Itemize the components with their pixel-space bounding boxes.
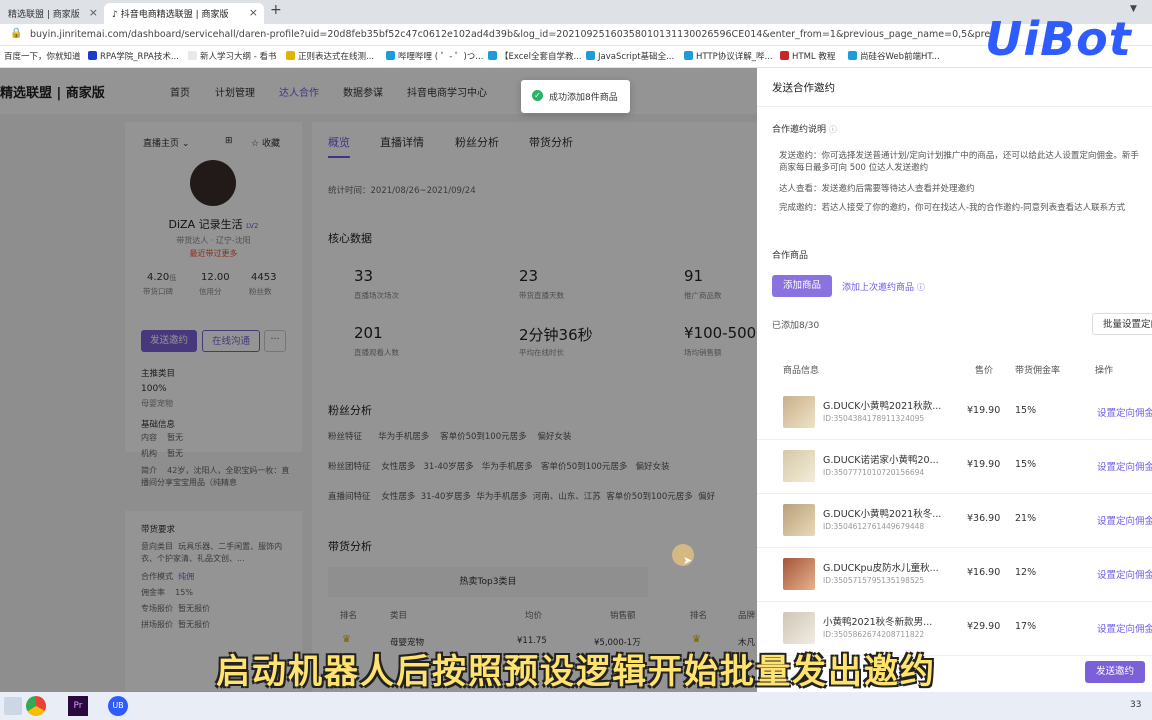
product-name: G.DUCK诺诺家小黄鸭20... [823, 455, 939, 466]
product-thumbnail [783, 396, 815, 428]
bookmark-favicon [286, 51, 295, 60]
tab-title: 精选联盟 | 商家版 [8, 10, 80, 20]
add-goods-button[interactable]: 添加商品 [772, 275, 832, 297]
set-commission-link[interactable]: 设置定向佣金 [1097, 567, 1152, 581]
product-thumbnail [783, 612, 815, 644]
divider [757, 106, 1152, 107]
browser-tab-bar: 精选联盟 | 商家版 × ♪ 抖音电商精选联盟 | 商家版 × + ▼ [0, 0, 1152, 24]
tiktok-icon: ♪ [112, 10, 118, 20]
goods-row: G.DUCK诺诺家小黄鸭20... ID:3507771010720156694… [757, 440, 1152, 494]
premiere-icon[interactable]: Pr [68, 696, 88, 716]
set-commission-link[interactable]: 设置定向佣金 [1097, 621, 1152, 635]
product-price: ¥19.90 [967, 459, 1001, 470]
bookmarks-bar: 百度一下，你就知道 RPA学院_RPA技术... 新人学习大纲 - 看书 正则表… [0, 46, 1152, 68]
bookmark[interactable]: 【Excel全套自学教... [488, 50, 582, 62]
bookmark[interactable]: 哔哩哔哩 ( ゜- ゜)つ... [386, 50, 483, 62]
page-content: 精选联盟 | 商家版 首页 计划管理 达人合作 数据参谋 抖音电商学习中心 直播… [0, 68, 757, 692]
product-name: G.DUCKpu皮防水儿童秋... [823, 563, 939, 574]
tab-title: 抖音电商精选联盟 | 商家版 [120, 10, 229, 20]
clock: 33 [1130, 700, 1142, 710]
success-toast: ✓ 成功添加8件商品 [521, 80, 630, 113]
commission-rate: 17% [1015, 621, 1037, 632]
new-tab-button[interactable]: + [270, 2, 282, 18]
browser-tab-active[interactable]: ♪ 抖音电商精选联盟 | 商家版 × [104, 3, 264, 24]
goods-table-header: 商品信息 售价 带货佣金率 操作 [783, 366, 1114, 376]
product-id: ID:3504384178911324095 [823, 414, 925, 423]
video-subtitle: 启动机器人后按照预设逻辑开始批量发出邀约 [216, 652, 936, 692]
product-thumbnail [783, 450, 815, 482]
toast-text: 成功添加8件商品 [549, 93, 618, 103]
bookmark-favicon [386, 51, 395, 60]
browser-tab[interactable]: 精选联盟 | 商家版 × [0, 3, 104, 24]
bookmark-favicon [684, 51, 693, 60]
product-name: G.DUCK小黄鸭2021秋款... [823, 401, 942, 412]
product-thumbnail [783, 558, 815, 590]
bookmark-favicon [780, 51, 789, 60]
add-last-goods-link[interactable]: 添加上次邀约商品 ⓘ [842, 280, 925, 293]
close-tab-icon[interactable]: × [249, 6, 258, 19]
product-price: ¥36.90 [967, 513, 1001, 524]
product-id: ID:3505862674208711822 [823, 630, 925, 639]
product-id: ID:3505715795135198525 [823, 576, 925, 585]
product-thumbnail [783, 504, 815, 536]
product-price: ¥29.90 [967, 621, 1001, 632]
help-icon: ⓘ [828, 125, 837, 134]
desc-item: 发送邀约：你可选择发送普通计划/定向计划推广中的商品，还可以给此达人设置定向佣金… [779, 151, 1139, 173]
set-commission-link[interactable]: 设置定向佣金 [1097, 513, 1152, 527]
commission-rate: 15% [1015, 405, 1037, 416]
bookmark[interactable]: HTTP协议详解_哔... [684, 50, 773, 62]
commission-rate: 15% [1015, 459, 1037, 470]
bookmark[interactable]: 百度一下，你就知道 [4, 50, 81, 62]
commission-rate: 12% [1015, 567, 1037, 578]
desc-item: 完成邀约：若达人接受了你的邀约，你可在找达人-我的合作邀约-同意列表查看达人联系… [779, 203, 1126, 213]
batch-commission-button[interactable]: 批量设置定向佣金 [1092, 313, 1152, 335]
goods-row: G.DUCKpu皮防水儿童秋... ID:3505715795135198525… [757, 548, 1152, 602]
goods-row: G.DUCK小黄鸭2021秋款... ID:350438417891132409… [757, 386, 1152, 440]
bookmark-favicon [488, 51, 497, 60]
check-circle-icon: ✓ [532, 90, 543, 101]
address-bar: 🔒 buyin.jinritemai.com/dashboard/service… [0, 24, 1152, 46]
lock-icon: 🔒 [10, 28, 23, 39]
bookmark-favicon [848, 51, 857, 60]
uibot-logo: UiBot [985, 12, 1132, 66]
uibot-taskbar-icon[interactable]: UB [108, 696, 128, 716]
desc-item: 达人查看：发送邀约后需要等待达人查看并处理邀约 [779, 184, 975, 194]
bookmark[interactable]: JavaScript基础全... [586, 50, 674, 62]
start-icon[interactable] [4, 697, 22, 715]
modal-backdrop[interactable] [0, 68, 757, 692]
bookmark[interactable]: HTML 教程 [780, 50, 835, 62]
bookmark[interactable]: 新人学习大纲 - 看书 [188, 50, 276, 62]
bookmark[interactable]: 尚硅谷Web前端HT... [848, 50, 940, 62]
bookmark[interactable]: 正则表达式在线测... [286, 50, 374, 62]
product-price: ¥16.90 [967, 567, 1001, 578]
set-commission-link[interactable]: 设置定向佣金 [1097, 459, 1152, 473]
commission-rate: 21% [1015, 513, 1037, 524]
drawer-title: 发送合作邀约 [772, 82, 835, 94]
product-name: 小黄鸭2021秋冬新款男... [823, 617, 933, 628]
goods-row: G.DUCK小黄鸭2021秋冬... ID:350461276144967944… [757, 494, 1152, 548]
bookmark-favicon [586, 51, 595, 60]
desc-title: 合作邀约说明 ⓘ [772, 125, 837, 135]
chrome-icon[interactable] [26, 696, 46, 716]
os-taskbar: Pr UB 33 [0, 692, 1152, 720]
bookmark-favicon [88, 51, 97, 60]
product-price: ¥19.90 [967, 405, 1001, 416]
goods-title: 合作商品 [772, 251, 809, 261]
product-id: ID:3507771010720156694 [823, 468, 925, 477]
invite-drawer: 发送合作邀约 合作邀约说明 ⓘ 发送邀约：你可选择发送普通计划/定向计划推广中的… [757, 68, 1152, 692]
mouse-cursor-icon: ➤ [683, 554, 693, 567]
added-count: 已添加8/30 [772, 321, 820, 331]
bookmark[interactable]: RPA学院_RPA技术... [88, 50, 179, 62]
set-commission-link[interactable]: 设置定向佣金 [1097, 405, 1152, 419]
url-field[interactable]: buyin.jinritemai.com/dashboard/serviceha… [30, 27, 990, 43]
product-name: G.DUCK小黄鸭2021秋冬... [823, 509, 942, 520]
close-tab-icon[interactable]: × [89, 6, 98, 19]
product-id: ID:3504612761449679448 [823, 522, 925, 531]
bookmark-favicon [188, 51, 197, 60]
